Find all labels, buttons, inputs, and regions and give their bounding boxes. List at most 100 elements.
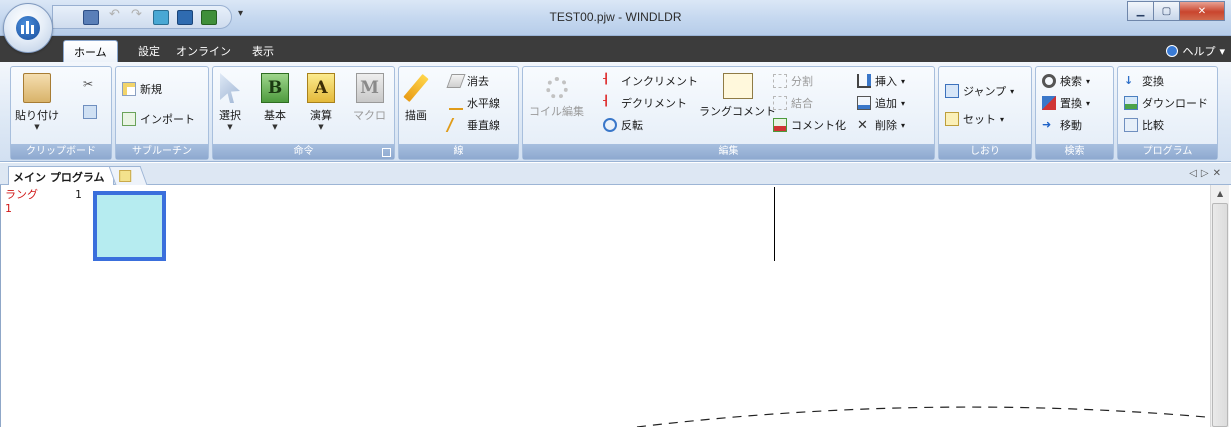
coil-edit-button[interactable]: コイル編集: [529, 73, 584, 119]
compare-button[interactable]: 比較: [1124, 117, 1164, 133]
merge-icon: [773, 96, 787, 110]
move-button[interactable]: ➜ 移動: [1042, 117, 1082, 133]
decrement-button[interactable]: ┨ デクリメント: [603, 95, 687, 111]
tab-home[interactable]: ホーム: [63, 40, 118, 62]
tab-main-program[interactable]: メイン プログラム: [8, 166, 114, 185]
split-button[interactable]: 分割: [773, 73, 813, 89]
group-subroutine: 新規 インポート サブルーチン: [115, 66, 209, 160]
horizontal-line-icon: [449, 96, 463, 110]
macro-m-icon: M: [355, 73, 384, 103]
select-button[interactable]: 選択 ▼: [219, 73, 241, 131]
comment-out-button[interactable]: コメント化: [773, 117, 846, 133]
group-label-clipboard: クリップボード: [11, 144, 111, 159]
tab-online[interactable]: オンライン: [166, 40, 241, 62]
delete-button[interactable]: ✕ 削除 ▾: [857, 117, 905, 133]
increment-button[interactable]: ┨ インクリメント: [603, 73, 698, 89]
paste-icon: [23, 73, 51, 103]
invert-button[interactable]: 反転: [603, 117, 643, 133]
group-program: ↓ 変換 ダウンロード 比較 プログラム: [1117, 66, 1218, 160]
scroll-up-icon[interactable]: ▲: [1217, 189, 1223, 198]
new-tab-button[interactable]: [108, 166, 148, 185]
convert-icon: ↓: [1124, 74, 1134, 87]
vertical-line-icon: [445, 118, 467, 132]
tab-settings[interactable]: 設定: [128, 40, 170, 62]
delete-label: 削除: [875, 119, 897, 132]
set-label: セット: [963, 113, 996, 126]
merge-button[interactable]: 結合: [773, 95, 813, 111]
cursor-arrow-icon: [220, 73, 240, 103]
add-button[interactable]: 追加 ▾: [857, 95, 905, 111]
rung-comment-icon: [722, 73, 753, 99]
maximize-button[interactable]: ▢: [1153, 1, 1180, 21]
ladder-editor[interactable]: ラング 1 1 ▲: [0, 185, 1231, 427]
group-label-subroutine: サブルーチン: [116, 144, 208, 159]
replace-dropdown-icon: ▾: [1086, 98, 1091, 108]
replace-button[interactable]: 置換 ▾: [1042, 95, 1090, 111]
set-button[interactable]: セット ▾: [945, 111, 1004, 127]
draw-label: 描画: [405, 109, 427, 122]
replace-label: 置換: [1060, 97, 1082, 110]
jump-dropdown-icon: ▾: [1010, 86, 1015, 96]
paste-button[interactable]: 貼り付け ▼: [15, 73, 59, 131]
vertical-scrollbar[interactable]: ▲: [1210, 185, 1229, 427]
command-dialog-launcher-icon[interactable]: [382, 148, 391, 157]
vline-label: 垂直線: [467, 119, 500, 132]
document-tab-bar: メイン プログラム ◁▷✕: [0, 163, 1231, 185]
invert-icon: [603, 118, 617, 132]
replace-icon: [1042, 96, 1056, 110]
compare-label: 比較: [1142, 119, 1164, 132]
new-subroutine-button[interactable]: 新規: [122, 81, 162, 97]
minimize-button[interactable]: ▁: [1127, 1, 1154, 21]
convert-label: 変換: [1142, 75, 1164, 88]
scrollbar-thumb[interactable]: [1212, 203, 1228, 427]
split-icon: [773, 74, 787, 88]
rung-comment-button[interactable]: ラングコメント: [699, 73, 776, 119]
download-button[interactable]: ダウンロード: [1124, 95, 1208, 111]
macro-label: マクロ: [353, 109, 386, 122]
application-button[interactable]: [3, 3, 53, 53]
binoculars-icon: [1042, 74, 1056, 88]
paste-label: 貼り付け: [15, 109, 59, 122]
vline-button[interactable]: 垂直線: [445, 117, 500, 133]
erase-button[interactable]: 消去: [446, 73, 489, 89]
increment-icon: ┨: [603, 74, 610, 85]
insert-label: 挿入: [875, 75, 897, 88]
convert-button[interactable]: ↓ 変換: [1124, 73, 1164, 89]
macro-button[interactable]: M マクロ: [353, 73, 386, 123]
copy-button[interactable]: [83, 105, 97, 119]
basic-b-icon: B: [261, 73, 289, 103]
copy-icon: [83, 105, 97, 119]
insert-button[interactable]: 挿入 ▾: [857, 73, 905, 89]
hline-button[interactable]: 水平線: [449, 95, 500, 111]
window-controls: ▁ ▢ ✕: [1127, 1, 1225, 21]
calc-button[interactable]: A 演算 ▼: [307, 73, 335, 131]
app-logo-icon: [16, 16, 40, 40]
find-button[interactable]: 検索 ▾: [1042, 73, 1090, 89]
comment-out-icon: [773, 118, 787, 132]
ribbon: 貼り付け ▼ ✂ クリップボード 新規 インポート サブルーチン 選択 ▼ B …: [0, 62, 1231, 162]
draw-button[interactable]: 描画: [403, 73, 429, 123]
basic-button[interactable]: B 基本 ▼: [261, 73, 289, 131]
tab-navigation-controls[interactable]: ◁▷✕: [1189, 168, 1225, 179]
right-arrow-icon: ➜: [1042, 118, 1052, 131]
tab-view[interactable]: 表示: [242, 40, 284, 62]
new-label: 新規: [140, 83, 162, 96]
group-bookmark: ジャンプ ▾ セット ▾ しおり: [938, 66, 1032, 160]
delete-x-icon: ✕: [857, 118, 868, 133]
find-dropdown-icon: ▾: [1086, 76, 1091, 86]
dashed-arc: [636, 406, 1206, 427]
comment-out-label: コメント化: [791, 119, 846, 132]
import-button[interactable]: インポート: [122, 111, 195, 127]
basic-label: 基本: [264, 109, 286, 122]
jump-button[interactable]: ジャンプ ▾: [945, 83, 1014, 99]
compare-icon: [1124, 118, 1138, 132]
hline-label: 水平線: [467, 97, 500, 110]
close-button[interactable]: ✕: [1179, 1, 1225, 21]
jump-icon: [945, 84, 959, 98]
select-label: 選択: [219, 109, 241, 122]
scissors-icon: ✂: [83, 77, 94, 91]
cut-button[interactable]: ✂: [83, 77, 97, 91]
find-label: 検索: [1060, 75, 1082, 88]
help-icon: [1166, 45, 1179, 57]
help-menu[interactable]: ヘルプ ▾: [1166, 43, 1225, 59]
